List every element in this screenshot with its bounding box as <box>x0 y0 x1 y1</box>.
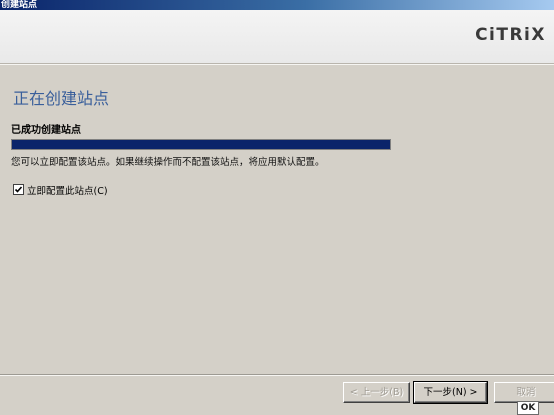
next-button[interactable]: 下一步(N) > <box>413 381 488 404</box>
progress-bar-fill <box>12 140 390 149</box>
header-divider-highlight <box>0 64 554 65</box>
tooltip: OK <box>517 401 539 415</box>
status-label: 已成功创建站点 <box>11 125 81 136</box>
wizard-header: CiTRiX <box>0 10 554 63</box>
window-title: 创建站点 <box>1 0 38 10</box>
progress-bar <box>11 139 391 150</box>
configure-now-option[interactable]: 立即配置此站点(C) <box>13 183 108 197</box>
configure-now-label[interactable]: 立即配置此站点(C) <box>27 183 108 197</box>
cancel-button[interactable]: 取消 <box>494 382 554 403</box>
footer-divider-highlight <box>0 375 554 376</box>
citrix-logo: CiTRiX <box>475 25 546 45</box>
configure-now-checkbox[interactable] <box>13 184 24 195</box>
page-title: 正在创建站点 <box>13 89 110 108</box>
check-icon <box>14 186 23 193</box>
window-title-bar[interactable]: 创建站点 <box>0 0 554 10</box>
back-button[interactable]: < 上一步(B) <box>343 382 410 403</box>
info-text: 您可以立即配置该站点。如果继续操作而不配置该站点，将应用默认配置。 <box>11 157 325 168</box>
